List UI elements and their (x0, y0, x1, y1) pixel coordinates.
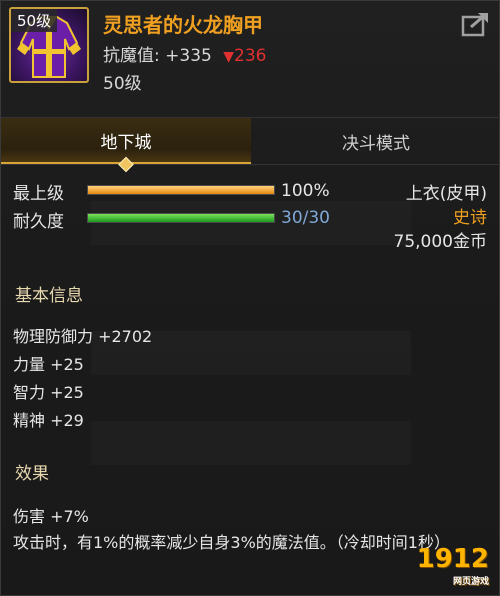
item-header: 50级 灵思者的火龙胸甲 抗魔值: +335 ▼236 50级 (1, 1, 500, 101)
stat-line: 物理防御力 +2702 (13, 327, 153, 346)
tab-dungeon[interactable]: 地下城 (1, 118, 251, 173)
durability-bar-fill (88, 214, 274, 222)
share-button[interactable] (461, 11, 489, 37)
item-price: 75,000金币 (393, 232, 487, 252)
background-ghost-row (91, 201, 411, 245)
item-slot: 上衣(皮甲) (405, 184, 487, 204)
watermark-sub: 网页游戏 (452, 577, 489, 587)
background-ghost-row (91, 421, 411, 465)
mode-tabs: 地下城 决斗模式 (1, 117, 500, 173)
resist-row: 抗魔值: +335 ▼236 (103, 41, 266, 66)
grade-value: 100% (281, 181, 330, 201)
stat-line: 力量 +25 (13, 355, 84, 374)
durability-bar (87, 213, 275, 223)
effect-description: 攻击时，有1%的概率减少自身3%的魔法值。（冷却时间1秒） (13, 533, 450, 552)
stat-line: 精神 +29 (13, 411, 84, 430)
grade-label: 最上级 (13, 184, 64, 204)
site-watermark-logo: 1912 网页游戏 (417, 544, 489, 587)
share-icon (461, 13, 488, 37)
basic-info-title: 基本信息 (15, 286, 83, 306)
down-triangle-icon: ▼ (223, 49, 235, 65)
item-rarity: 史诗 (453, 208, 487, 228)
watermark-main: 1912 (416, 544, 489, 574)
item-tooltip-panel: 50级 灵思者的火龙胸甲 抗魔值: +335 ▼236 50级 地下城 决斗模式… (0, 0, 500, 596)
durability-value: 30/30 (281, 208, 330, 228)
item-level-badge: 50级 (11, 9, 58, 32)
resist-label: 抗魔值: +335 (103, 46, 212, 66)
tab-label: 地下城 (100, 132, 152, 153)
tab-label: 决斗模式 (342, 133, 410, 154)
effect-line: 伤害 +7% (13, 507, 89, 526)
stat-line: 智力 +25 (13, 383, 84, 402)
grade-bar-fill (88, 186, 274, 194)
effects-title: 效果 (15, 464, 49, 484)
durability-label: 耐久度 (13, 212, 64, 232)
resist-down-value: 236 (234, 46, 267, 66)
active-tab-marker-icon (118, 156, 134, 173)
chest-armor-icon: 50级 (9, 7, 89, 83)
grade-bar (87, 185, 275, 195)
tab-pvp[interactable]: 决斗模式 (251, 118, 500, 164)
item-name: 灵思者的火龙胸甲 (103, 13, 263, 37)
resist-down: ▼236 (223, 46, 266, 66)
item-level-text: 50级 (103, 74, 142, 94)
